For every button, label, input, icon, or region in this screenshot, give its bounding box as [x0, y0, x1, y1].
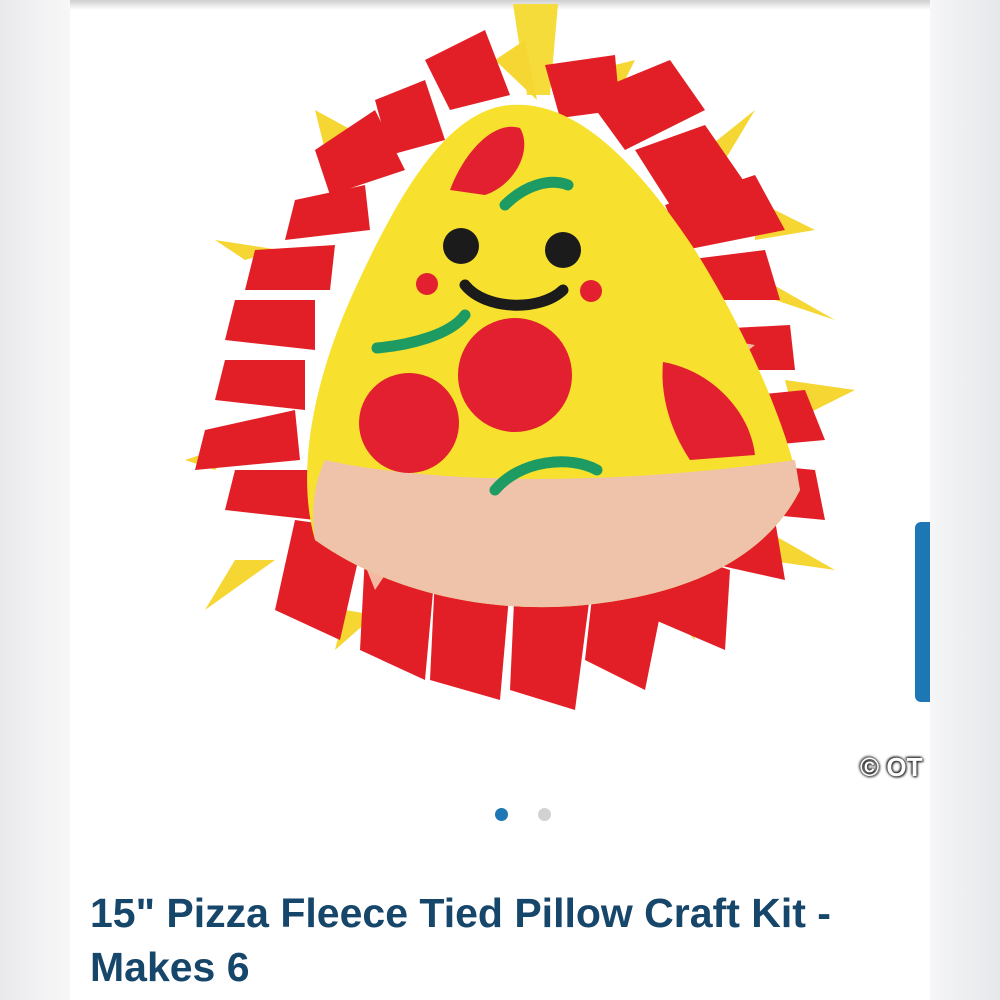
carousel-indicator	[495, 808, 551, 821]
carousel-dot-1[interactable]	[495, 808, 508, 821]
right-backdrop	[930, 0, 1000, 1000]
left-backdrop	[0, 0, 70, 1000]
carousel-dot-2[interactable]	[538, 808, 551, 821]
side-feedback-tab[interactable]	[915, 522, 930, 702]
product-card: © OT 15" Pizza Fleece Tied Pillow Craft …	[70, 0, 930, 1000]
pizza-pillow-image[interactable]	[165, 0, 865, 720]
image-watermark: © OT	[860, 752, 923, 782]
product-title: 15" Pizza Fleece Tied Pillow Craft Kit -…	[90, 890, 831, 990]
